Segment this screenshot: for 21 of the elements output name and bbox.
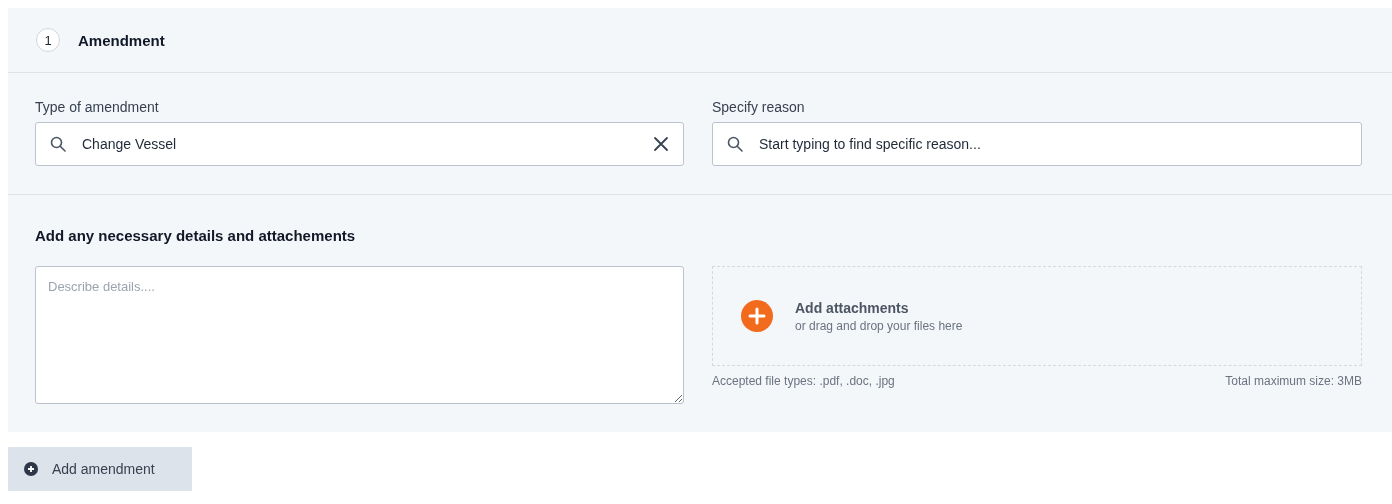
attachment-dropzone[interactable]: Add attachments or drag and drop your files here (712, 266, 1362, 366)
add-icon (24, 462, 38, 476)
max-size-note: Total maximum size: 3MB (1225, 374, 1362, 388)
details-heading: Add any necessary details and attachements (35, 227, 357, 244)
attachment-title: Add attachments (795, 299, 910, 316)
search-input[interactable]: Start typing to find specific reason... (757, 135, 1347, 153)
search-icon (50, 136, 66, 152)
search-icon (727, 136, 743, 152)
field-label: Specify reason (712, 99, 806, 115)
search-field[interactable]: Change Vessel (35, 122, 684, 166)
field-label: Type of amendment (35, 99, 160, 115)
file-types-note: Accepted file types: .pdf, .doc, .jpg (712, 374, 895, 388)
attachment-hint: or drag and drop your files here (795, 318, 963, 333)
add-amendment-button[interactable]: Add amendment (8, 447, 192, 491)
clear-icon[interactable] (653, 136, 669, 152)
search-input[interactable]: Change Vessel (80, 135, 639, 153)
add-icon (741, 300, 773, 332)
details-textarea[interactable]: Describe details.... (35, 266, 684, 404)
step-number: 1 (36, 28, 60, 52)
section-title: Amendment (78, 31, 165, 49)
search-field[interactable]: Start typing to find specific reason... (712, 122, 1362, 166)
